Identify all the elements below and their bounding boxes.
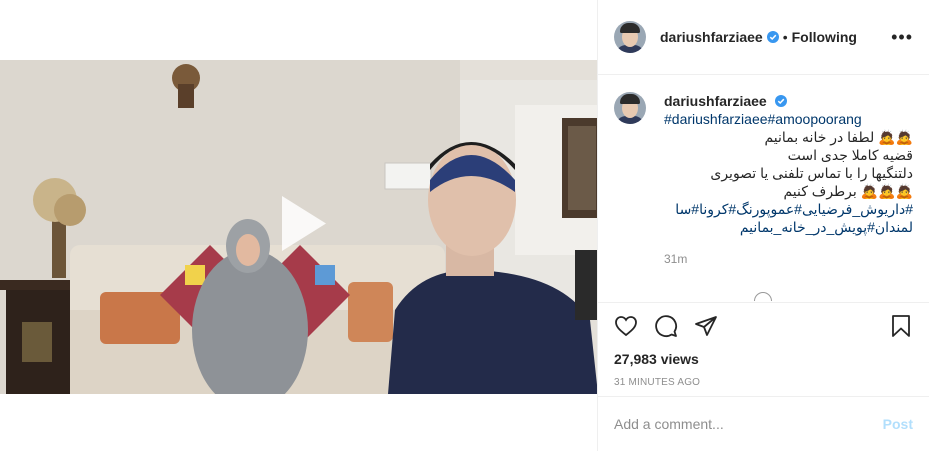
caption-username[interactable]: dariushfarziaee — [664, 93, 767, 109]
caption-time[interactable]: 31m — [664, 252, 913, 266]
caption-persian-hashtags-1[interactable]: #داریوش_فرضیایی#عموپورنگ#کرونا#سا — [664, 200, 913, 218]
avatar[interactable] — [614, 21, 646, 53]
caption-persian-hashtags-2[interactable]: لمندان#پویش_در_خانه_بمانیم — [664, 218, 913, 236]
caption-line-2: قضیه کاملا جدی است — [787, 147, 913, 163]
caption-line-4: 🙇🙇🙇 برطرف کنیم — [783, 183, 913, 199]
action-icons — [614, 303, 913, 349]
comment-icon[interactable] — [654, 314, 678, 338]
header-separator: • — [782, 29, 788, 45]
loading-spinner-icon — [754, 292, 772, 301]
bookmark-icon[interactable] — [889, 314, 913, 338]
view-count[interactable]: 27,983 views — [614, 351, 913, 367]
header-username[interactable]: dariushfarziaee — [660, 29, 763, 45]
posted-time: 31 MINUTES AGO — [614, 377, 701, 388]
verified-badge-icon — [774, 95, 787, 107]
caption-area: dariushfarziaee #dariushfarziaee#amoopoo… — [598, 76, 929, 301]
post-media — [0, 0, 598, 451]
caption-avatar[interactable] — [614, 92, 646, 124]
comment-bar: Post — [598, 396, 929, 451]
caption-line-1: 🙇🙇 لطفا در خانه بمانیم — [764, 129, 913, 145]
instagram-post: dariushfarziaee • Following ••• dariushf… — [0, 0, 929, 451]
caption-row: dariushfarziaee #dariushfarziaee#amoopoo… — [614, 92, 913, 236]
comment-input[interactable] — [614, 416, 883, 432]
video-player[interactable] — [0, 60, 598, 394]
following-button[interactable]: Following — [792, 29, 857, 45]
post-header: dariushfarziaee • Following ••• — [598, 0, 929, 75]
post-comment-button[interactable]: Post — [883, 416, 913, 432]
verified-badge-icon — [766, 31, 779, 43]
actions-area: 27,983 views 31 MINUTES AGO — [598, 302, 929, 396]
caption-hashtags[interactable]: #dariushfarziaee#amoopoorang — [664, 110, 913, 128]
caption-line-3: دلتنگیها را با تماس تلفنی یا تصویری — [710, 165, 913, 181]
caption-text: dariushfarziaee #dariushfarziaee#amoopoo… — [664, 92, 913, 236]
play-icon[interactable] — [262, 186, 337, 261]
more-options-icon[interactable]: ••• — [891, 28, 913, 46]
heart-icon[interactable] — [614, 314, 638, 338]
paper-plane-icon[interactable] — [694, 314, 718, 338]
post-sidebar: dariushfarziaee • Following ••• dariushf… — [598, 0, 929, 451]
